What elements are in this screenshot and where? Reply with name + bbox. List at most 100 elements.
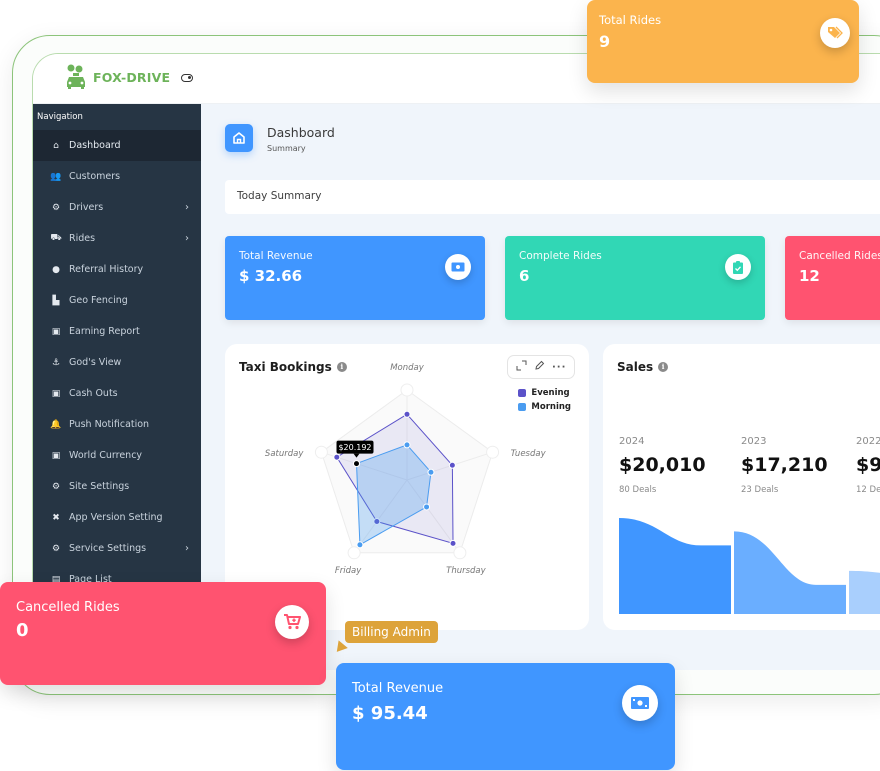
billing-admin-tag: Billing Admin: [345, 621, 438, 643]
page-subtitle: Summary: [267, 144, 306, 153]
sidebar-item-label: Dashboard: [69, 140, 121, 151]
sidebar-item-label: Referral History: [69, 264, 144, 275]
float-label: Cancelled Rides: [16, 600, 120, 615]
sales-area-segment-2023: [734, 531, 846, 614]
sidebar-item-label: God's View: [69, 357, 122, 368]
float-value: 0: [16, 620, 29, 641]
floating-card-cancelled-rides[interactable]: Cancelled Rides 0: [0, 582, 326, 685]
sales-area-segment-2022: [849, 570, 880, 614]
sidebar-item-customers[interactable]: 👥 Customers: [33, 161, 201, 192]
motorcycle-icon: ⚙: [51, 202, 61, 213]
sidebar-toggle-icon[interactable]: [181, 74, 193, 82]
radar-category-label: Saturday: [265, 449, 304, 459]
money-icon: ▣: [51, 450, 61, 461]
stat-card-complete-rides[interactable]: Complete Rides 6: [505, 236, 765, 320]
radar-category-label: Tuesday: [511, 449, 547, 459]
stat-value: 6: [519, 267, 530, 285]
taxi-logo-icon: [67, 64, 85, 89]
nav-heading: Navigation: [37, 112, 83, 122]
gear-icon: ⚙: [51, 543, 61, 554]
sidebar-item-label: Rides: [69, 233, 96, 244]
stat-label: Cancelled Rides: [799, 250, 880, 262]
sidebar-item-rides[interactable]: ⛟ Rides ›: [33, 223, 201, 254]
stat-value: $ 32.66: [239, 267, 303, 285]
brand-name: FOX-DRIVE: [93, 69, 171, 85]
sidebar-item-label: Earning Report: [69, 326, 140, 337]
sidebar-item-dashboard[interactable]: ⌂ Dashboard: [33, 130, 201, 161]
sidebar-item-earning-report[interactable]: ▣ Earning Report: [33, 316, 201, 347]
nav-list: ⌂ Dashboard 👥 Customers ⚙ Drivers › ⛟ Rides › ● Ref…: [33, 130, 201, 595]
sidebar-item-referral-history[interactable]: ● Referral History: [33, 254, 201, 285]
tags-icon: [820, 18, 850, 48]
stat-card-total-revenue[interactable]: Total Revenue $ 32.66: [225, 236, 485, 320]
chevron-right-icon: ›: [185, 202, 189, 213]
radar-point-evening: [449, 539, 457, 547]
users-icon: 👥: [50, 171, 62, 182]
money-icon: ▣: [51, 326, 61, 337]
floating-card-total-revenue[interactable]: Total Revenue $ 95.44: [336, 663, 675, 770]
radar-axis-endpoint: [453, 546, 467, 560]
circle-icon: ●: [52, 264, 60, 275]
cart-icon: [275, 605, 309, 639]
sales-area-segment-2024: [619, 518, 731, 614]
today-summary-label: Today Summary: [237, 190, 322, 202]
sidebar-item-app-version-setting[interactable]: ✖ App Version Setting: [33, 502, 201, 533]
floating-card-total-rides[interactable]: Total Rides 9: [587, 0, 859, 83]
radar-axis-endpoint: [400, 383, 414, 397]
sidebar-item-site-settings[interactable]: ⚙ Site Settings: [33, 471, 201, 502]
today-summary-bar: Today Summary: [225, 180, 880, 214]
sidebar-item-label: Drivers: [69, 202, 104, 213]
chevron-right-icon: ›: [185, 233, 189, 244]
clipboard-check-icon: [725, 254, 751, 280]
sidebar-item-push-notification[interactable]: 🔔 Push Notification: [33, 409, 201, 440]
stat-label: Total Revenue: [239, 250, 313, 262]
sidebar-item-geo-fencing[interactable]: ▙ Geo Fencing: [33, 285, 201, 316]
radar-axis-endpoint: [486, 445, 500, 459]
radar-point-morning: [403, 441, 411, 449]
area-chart-icon: ▙: [52, 295, 60, 306]
radar-point-morning: [356, 541, 364, 549]
radar-point-evening: [403, 410, 411, 418]
car-icon: ⛟: [50, 233, 62, 243]
sidebar-item-world-currency[interactable]: ▣ World Currency: [33, 440, 201, 471]
sidebar-item-label: World Currency: [69, 450, 143, 461]
radar-point-evening: [448, 461, 456, 469]
radar-point-morning: [423, 503, 431, 511]
float-label: Total Rides: [599, 13, 662, 27]
sidebar-item-service-settings[interactable]: ⚙ Service Settings ›: [33, 533, 201, 564]
tools-icon: ✖: [52, 512, 60, 523]
bell-icon: 🔔: [50, 419, 62, 430]
sidebar-item-drivers[interactable]: ⚙ Drivers ›: [33, 192, 201, 223]
float-label: Total Revenue: [352, 681, 444, 696]
sales-area-chart: [619, 518, 880, 614]
stat-card-cancelled-rides[interactable]: Cancelled Rides 12: [785, 236, 880, 320]
sidebar-item-label: Geo Fencing: [69, 295, 128, 306]
radar-axis-endpoint: [347, 546, 361, 560]
float-value: 9: [599, 32, 611, 51]
radar-category-label: Monday: [390, 363, 425, 373]
sidebar-item-label: App Version Setting: [69, 512, 163, 523]
sidebar-item-god-s-view[interactable]: ⚓ God's View: [33, 347, 201, 378]
app-screen: FOX-DRIVE Navigation ⌂ Dashboard 👥 Customer…: [32, 53, 880, 670]
sidebar-item-label: Cash Outs: [69, 388, 118, 399]
radar-hover-point: [352, 460, 360, 468]
tooltip-text: $20.192: [338, 443, 371, 452]
home-badge: [225, 124, 253, 152]
sidebar-item-label: Site Settings: [69, 481, 130, 492]
sidebar-item-label: Service Settings: [69, 543, 147, 554]
money-icon: [622, 685, 658, 721]
brand-logo[interactable]: FOX-DRIVE: [65, 64, 170, 90]
radar-category-label: Thursday: [446, 566, 486, 576]
stat-value: 12: [799, 267, 820, 285]
money-icon: [445, 254, 471, 280]
radar-category-label: Friday: [335, 566, 362, 576]
sidebar-item-cash-outs[interactable]: ▣ Cash Outs: [33, 378, 201, 409]
page-title: Dashboard: [267, 125, 335, 140]
money-icon: ▣: [51, 388, 61, 399]
anchor-icon: ⚓: [51, 357, 61, 368]
radar-point-morning: [427, 468, 435, 476]
sidebar-item-label: Push Notification: [69, 419, 150, 430]
home-icon: ⌂: [53, 140, 59, 151]
radar-axis-endpoint: [314, 445, 328, 459]
sales-panel: Sales i 2024 $20,010 80 Deals 2023 $17,2…: [603, 344, 880, 630]
